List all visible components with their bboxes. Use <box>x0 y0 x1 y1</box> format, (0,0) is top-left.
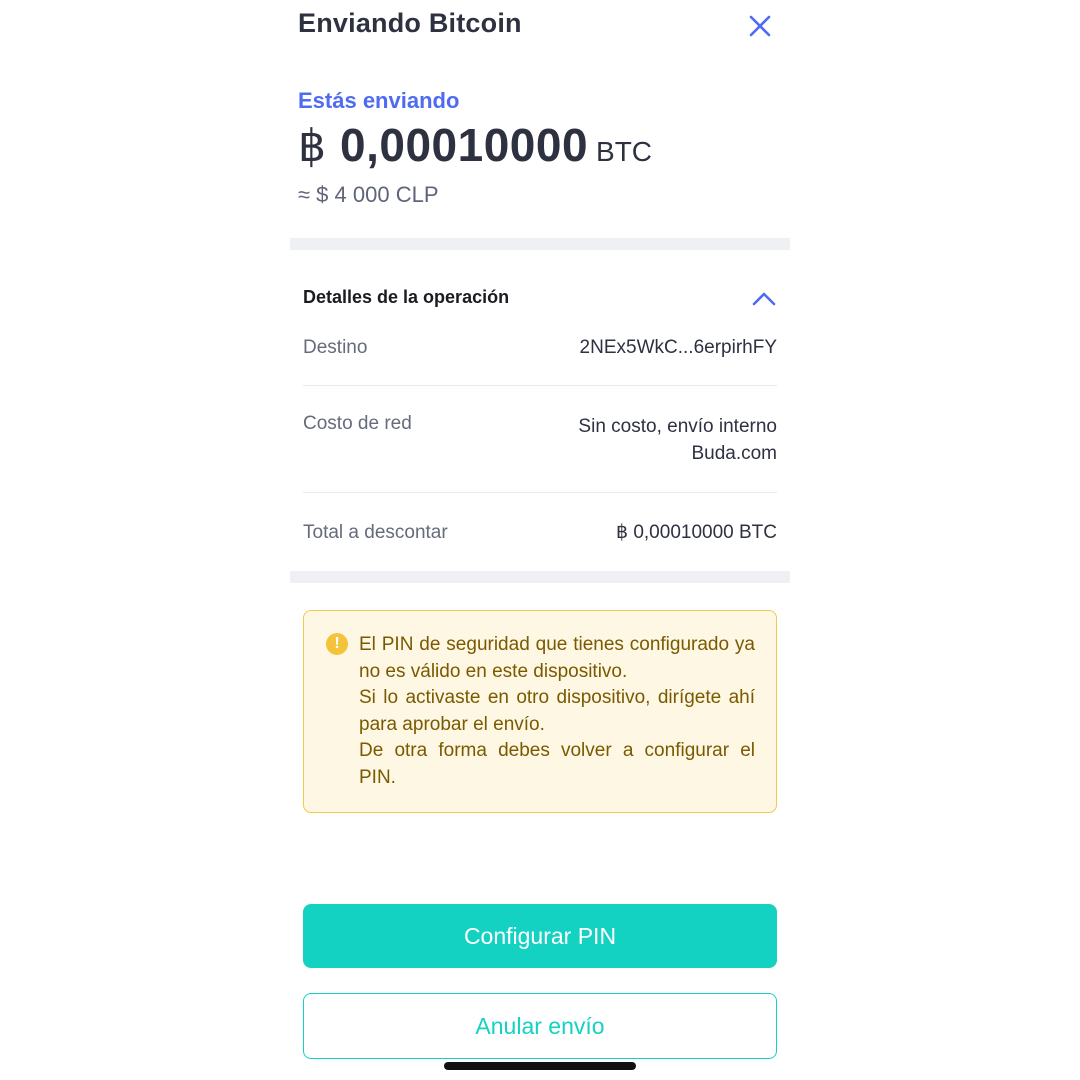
section-divider <box>290 238 790 250</box>
btc-currency-symbol: ฿ <box>298 122 326 171</box>
close-icon <box>749 15 771 37</box>
network-cost-value: Sin costo, envío interno Buda.com <box>578 413 777 467</box>
detail-row-destino: Destino 2NEx5WkC...6erpirhFY <box>303 334 777 386</box>
send-bitcoin-screen: Enviando Bitcoin Estás enviando ฿ 0,0001… <box>290 0 790 1080</box>
warning-line: El PIN de seguridad que tienes configura… <box>359 634 755 682</box>
detail-label: Destino <box>303 337 368 358</box>
amount-display: ฿ 0,00010000 BTC <box>298 118 652 178</box>
page-title: Enviando Bitcoin <box>298 8 522 38</box>
warning-message: El PIN de seguridad que tienes configura… <box>359 632 755 791</box>
cancel-send-button[interactable]: Anular envío <box>303 993 777 1059</box>
detail-label: Costo de red <box>303 413 412 434</box>
detail-row-network-cost: Costo de red Sin costo, envío interno Bu… <box>303 413 777 493</box>
warning-line: Si lo activaste en otro dispositivo, dir… <box>359 687 755 735</box>
amount-unit: BTC <box>596 136 653 167</box>
pin-warning-alert: ! El PIN de seguridad que tienes configu… <box>303 610 777 813</box>
exclamation-icon: ! <box>326 633 348 655</box>
network-cost-line1: Sin costo, envío interno <box>578 416 777 437</box>
destination-address: 2NEx5WkC...6erpirhFY <box>579 337 777 358</box>
home-indicator[interactable] <box>444 1062 636 1070</box>
sending-label: Estás enviando <box>298 88 460 113</box>
details-toggle[interactable]: Detalles de la operación <box>303 284 777 314</box>
close-button[interactable] <box>748 14 772 38</box>
detail-row-total: Total a descontar ฿ 0,00010000 BTC <box>303 519 777 549</box>
amount-value: 0,00010000 <box>340 119 589 171</box>
detail-label: Total a descontar <box>303 522 448 543</box>
network-cost-line2: Buda.com <box>691 443 777 464</box>
chevron-up-icon <box>752 292 776 306</box>
warning-line: De otra forma debes volver a configurar … <box>359 740 755 788</box>
total-value: ฿ 0,00010000 BTC <box>615 522 777 543</box>
header: Enviando Bitcoin <box>298 8 782 44</box>
details-title: Detalles de la operación <box>303 287 510 307</box>
section-divider <box>290 571 790 583</box>
configure-pin-button[interactable]: Configurar PIN <box>303 904 777 968</box>
fiat-equivalent: ≈ $ 4 000 CLP <box>298 182 439 207</box>
